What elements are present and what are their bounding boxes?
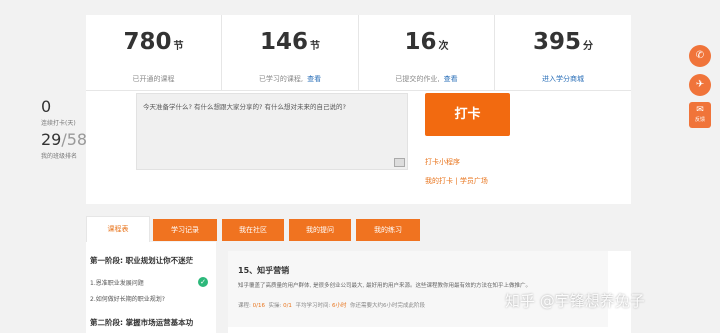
checkin-button[interactable]: 打卡 [425,93,510,136]
stat-number: 16 [404,29,437,55]
meta-time-label: 平均学习时间: [295,303,331,309]
class-rank: 29/58 [41,130,87,149]
feedback-button[interactable]: ✉ 反馈 [689,102,711,128]
stat-number: 146 [259,29,308,55]
meta-time-value: 6小时 [332,303,347,309]
stat-label: 已提交的作业, [395,75,440,83]
meta-note: 你还需要大约6小时完成此阶段 [350,303,426,309]
lesson-item[interactable]: 1.恩准职业发展问题 [90,278,144,287]
paper-plane-icon: ✈ [695,79,705,90]
stat-label: 已开通的课程 [132,75,175,83]
stat-homework: 16 次 已提交的作业, 查看 [359,15,495,91]
streak-days: 0 [41,97,52,116]
syllabus-panel: 第一阶段: 职业规划让你不迷茫 1.恩准职业发展问题 ✓ 2.如何做好长期的职业… [86,242,216,333]
stat-unit: 次 [438,41,449,52]
stats-bar: 780 节 已开通的课程 146 节 已学习的课程, 查看 16 次 已提交的作业, 查看… [86,15,631,91]
meta-course-label: 课程: [238,303,251,309]
lesson-meta: 课程: 0/16 实操: 0/1 平均学习时间: 6小时 你还需要大约6小时完成… [238,301,425,309]
link-divider: | [455,177,458,185]
student-square-link[interactable]: 学员广场 [460,177,488,185]
meta-practice-label: 实操: [268,303,282,309]
my-checkin-link[interactable]: 我的打卡 [425,177,453,185]
credit-mall-link[interactable]: 进入学分商城 [542,75,584,83]
checkin-links: 我的打卡 | 学员广场 [425,176,488,186]
stat-courses-opened: 780 节 已开通的课程 [86,15,222,91]
tab-community[interactable]: 我在社区 [222,219,284,241]
stat-unit: 节 [173,41,184,52]
rank-total: 58 [66,130,88,149]
stat-unit: 节 [310,41,320,52]
stat-courses-learned: 146 节 已学习的课程, 查看 [222,15,359,91]
stat-number: 780 [123,29,172,55]
checkin-summary: 0 连续打卡(天) 29/58 我的班级排名 [41,97,87,160]
lesson-description: 知乎覆盖了高质量的用户群体, 是很多创业公司最大, 最好用的用户来源。这些课程教… [238,283,531,289]
lesson-card[interactable]: 15、知乎营销 知乎覆盖了高质量的用户群体, 是很多创业公司最大, 最好用的用户… [228,251,608,327]
phone-icon: ✆ [695,50,705,61]
stat-label: 已学习的课程, [258,75,304,83]
phone-button[interactable]: ✆ [689,45,711,67]
feedback-label: 反馈 [694,117,705,123]
stat-credits: 395 分 进入学分商城 [495,15,631,91]
checkin-textarea[interactable]: 今天准备学什么? 有什么想跟大家分享的? 有什么想对未来的自己说的? [136,93,408,170]
phase-title[interactable]: 第二阶段: 掌握市场运营基本功 [90,317,193,328]
view-courses-link[interactable]: 查看 [307,75,321,83]
tab-schedule[interactable]: 课程表 [86,216,150,243]
lesson-title: 15、知乎营销 [238,266,290,275]
resize-handle-icon[interactable] [394,158,405,167]
checkmark-icon: ✓ [198,277,208,287]
tab-practice[interactable]: 我的练习 [356,219,420,241]
stat-unit: 分 [583,41,593,52]
class-rank-label: 我的班级排名 [41,153,78,160]
rank-value: 29 [41,130,62,149]
mini-program-link[interactable]: 打卡小程序 [425,157,460,167]
tab-questions[interactable]: 我的提问 [289,219,351,241]
share-button[interactable]: ✈ [689,74,711,96]
streak-days-label: 连续打卡(天) [41,120,76,127]
checkin-placeholder: 今天准备学什么? 有什么想跟大家分享的? 有什么想对未来的自己说的? [143,103,346,111]
watermark-text: 知乎 @宇锋想养兔子 [505,292,645,310]
meta-course-value: 0/16 [252,303,265,309]
view-homework-link[interactable]: 查看 [444,75,458,83]
mail-icon: ✉ [696,105,704,115]
phase-title[interactable]: 第一阶段: 职业规划让你不迷茫 [90,255,193,266]
meta-practice-value: 0/1 [283,303,292,309]
stat-number: 395 [532,29,581,55]
lesson-item[interactable]: 2.如何做好长期的职业规划? [90,294,165,303]
tab-study-record[interactable]: 学习记录 [153,219,217,241]
